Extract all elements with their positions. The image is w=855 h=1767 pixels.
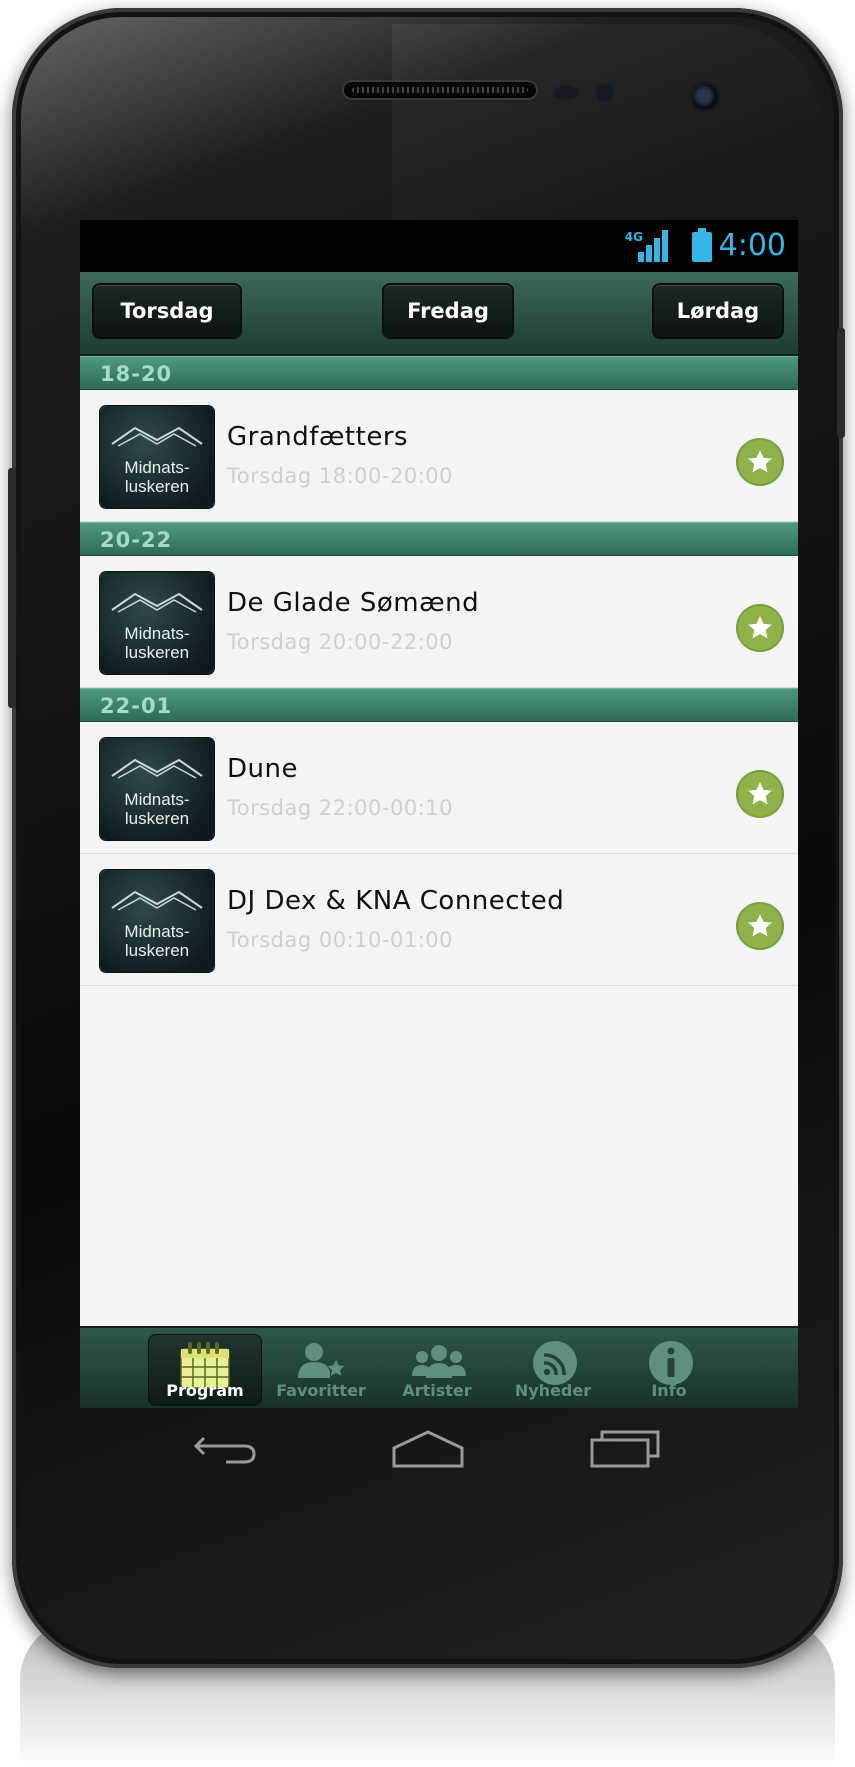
tab-nyheder[interactable]: Nyheder [496, 1334, 610, 1406]
day-button-lordag[interactable]: Lørdag [652, 283, 784, 339]
list-item[interactable]: Midnats-luskeren Dune Torsdag 22:00-00:1… [80, 722, 798, 854]
star-icon [748, 616, 772, 639]
star-icon [748, 450, 772, 473]
list-item[interactable]: Midnats-luskeren De Glade Sømænd Torsdag… [80, 556, 798, 688]
thumb-line-1: Midnats- [124, 458, 190, 477]
thumb-line-1: Midnats- [124, 922, 190, 941]
phone-frame: 4G 4:00 Torsdag Fredag Lørdag 18-20 Midn… [8, 8, 845, 1668]
front-camera [692, 84, 718, 110]
thumb-line-2: luskeren [124, 809, 190, 828]
status-time: 4:00 [718, 228, 786, 263]
thumb-line-1: Midnats- [124, 790, 190, 809]
tent-logo-icon [111, 426, 203, 447]
tent-logo-icon [111, 758, 203, 779]
star-icon [748, 782, 772, 805]
slot-header: 22-01 [80, 688, 798, 722]
tab-program[interactable]: Program [148, 1334, 262, 1406]
event-title: De Glade Sømænd [227, 588, 480, 618]
recent-apps-key-icon[interactable] [588, 1426, 664, 1470]
light-sensor [594, 82, 616, 104]
event-title: Dune [227, 754, 298, 784]
event-title: Grandfætters [227, 422, 409, 452]
slot-header: 20-22 [80, 522, 798, 556]
volume-button [8, 468, 16, 708]
favorite-star-button[interactable] [736, 438, 784, 486]
thumb-line-2: luskeren [124, 941, 190, 960]
people-icon [412, 1345, 466, 1378]
day-button-torsdag[interactable]: Torsdag [92, 283, 242, 339]
thumb-line-2: luskeren [124, 477, 190, 496]
status-bar: 4G 4:00 [80, 220, 798, 272]
slot-header: 18-20 [80, 356, 798, 390]
screen: 4G 4:00 Torsdag Fredag Lørdag 18-20 Midn… [80, 220, 798, 1408]
battery-icon [692, 228, 712, 262]
app-content: Torsdag Fredag Lørdag 18-20 Midnats-lusk… [80, 272, 798, 1408]
event-time: Torsdag 00:10-01:00 [227, 928, 454, 952]
program-list: 18-20 Midnats-luskeren Grandfætters Tors… [80, 356, 798, 986]
tab-favoritter[interactable]: Favoritter [264, 1334, 378, 1406]
event-time: Torsdag 22:00-00:10 [227, 796, 454, 820]
tab-label: Favoritter [276, 1381, 366, 1400]
tab-label: Program [166, 1381, 244, 1400]
favorite-star-button[interactable] [736, 902, 784, 950]
signal-icon [638, 230, 674, 262]
tab-label: Artister [402, 1381, 472, 1400]
star-icon [748, 914, 772, 937]
day-selector: Torsdag Fredag Lørdag [80, 272, 798, 356]
thumb-line-1: Midnats- [124, 624, 190, 643]
tent-logo-icon [111, 592, 203, 613]
person-star-icon [298, 1343, 345, 1378]
thumb-line-2: luskeren [124, 643, 190, 662]
event-thumbnail: Midnats-luskeren [100, 406, 214, 508]
proximity-sensor [552, 84, 580, 102]
list-item[interactable]: Midnats-luskeren DJ Dex & KNA Connected … [80, 854, 798, 986]
power-button [837, 328, 845, 438]
event-thumbnail: Midnats-luskeren [100, 738, 214, 840]
event-thumbnail: Midnats-luskeren [100, 572, 214, 674]
event-time: Torsdag 20:00-22:00 [227, 630, 454, 654]
day-button-fredag[interactable]: Fredag [382, 283, 514, 339]
earpiece-speaker [342, 80, 538, 100]
tent-logo-icon [111, 890, 203, 911]
list-item[interactable]: Midnats-luskeren Grandfætters Torsdag 18… [80, 390, 798, 522]
tab-artister[interactable]: Artister [380, 1334, 494, 1406]
tab-bar: Program Favoritter Artister Nyheder Info [80, 1326, 798, 1408]
back-key-icon[interactable] [192, 1428, 262, 1468]
event-time: Torsdag 18:00-20:00 [227, 464, 454, 488]
event-title: DJ Dex & KNA Connected [227, 886, 565, 916]
favorite-star-button[interactable] [736, 770, 784, 818]
tab-info[interactable]: Info [612, 1334, 726, 1406]
home-key-icon[interactable] [388, 1428, 468, 1470]
tab-label: Nyheder [514, 1381, 592, 1400]
favorite-star-button[interactable] [736, 604, 784, 652]
tab-label: Info [651, 1381, 687, 1400]
event-thumbnail: Midnats-luskeren [100, 870, 214, 972]
